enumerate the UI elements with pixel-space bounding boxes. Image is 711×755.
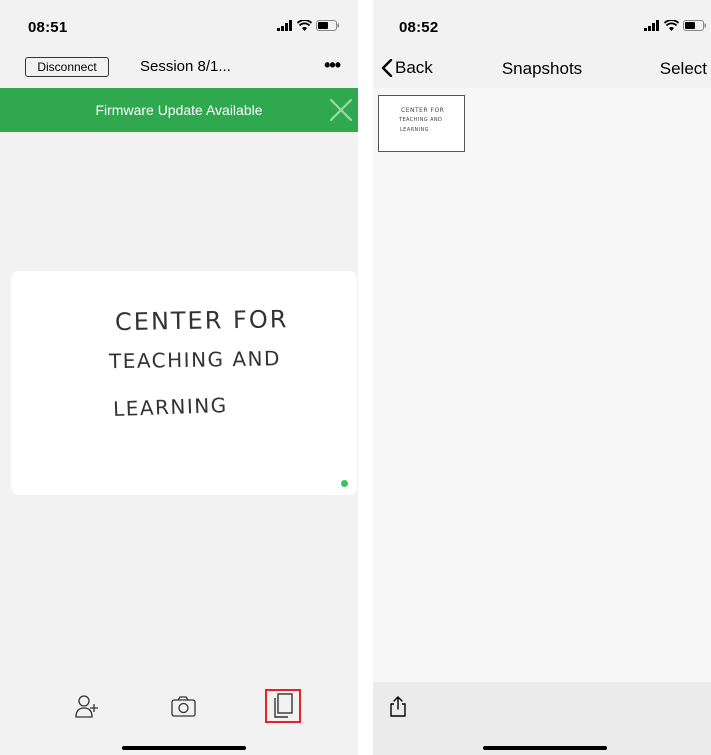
session-nav-bar: Disconnect Session 8/1... •••: [0, 52, 358, 88]
snapshots-grid: CENTER FOR TEACHING AND LEARNING: [373, 88, 711, 682]
thumb-line-2: TEACHING AND: [398, 117, 442, 123]
signal-icon: [644, 20, 659, 31]
thumbnail-handwriting: CENTER FOR TEACHING AND LEARNING: [398, 107, 444, 133]
status-icons: [277, 20, 340, 31]
status-time: 08:52: [399, 19, 439, 36]
camera-icon[interactable]: [171, 696, 197, 718]
wifi-icon: [664, 20, 679, 31]
snapshots-screen: 08:52 Back Snapshots Select CENTER FOR T…: [373, 0, 711, 755]
thumb-line-3: LEARNING: [400, 127, 429, 133]
select-button[interactable]: Select: [660, 59, 707, 79]
home-indicator: [122, 746, 246, 750]
board-line-1: CENTER FOR: [115, 305, 289, 336]
session-title: Session 8/1...: [140, 58, 231, 75]
wifi-icon: [297, 20, 312, 31]
banner-text: Firmware Update Available: [95, 102, 263, 118]
more-options-button[interactable]: •••: [324, 55, 341, 76]
whiteboard-canvas: CENTER FOR TEACHING AND LEARNING: [11, 271, 357, 495]
status-time: 08:51: [28, 19, 68, 36]
snapshots-nav-bar: Back Snapshots Select: [373, 52, 711, 88]
firmware-banner[interactable]: Firmware Update Available: [0, 88, 358, 132]
status-bar: 08:52: [373, 0, 711, 52]
session-screen: 08:51 Disconnect Session 8/1... ••• Firm…: [0, 0, 358, 755]
add-person-icon[interactable]: [74, 694, 100, 720]
status-icons: [644, 20, 707, 31]
bottom-toolbar: [373, 682, 711, 755]
home-indicator: [483, 746, 607, 750]
snapshots-highlight: [265, 689, 301, 723]
close-icon[interactable]: [328, 97, 354, 123]
snapshot-thumbnail[interactable]: CENTER FOR TEACHING AND LEARNING: [378, 95, 465, 152]
disconnect-button[interactable]: Disconnect: [25, 57, 109, 77]
status-bar: 08:51: [0, 0, 358, 52]
share-icon[interactable]: [389, 695, 407, 717]
thumb-line-1: CENTER FOR: [401, 107, 444, 114]
battery-icon: [683, 20, 706, 31]
battery-icon: [316, 20, 339, 31]
board-line-3: LEARNING: [113, 393, 228, 421]
board-line-2: TEACHING AND: [108, 346, 281, 373]
signal-icon: [277, 20, 292, 31]
live-indicator: [341, 480, 348, 487]
handwriting: CENTER FOR TEACHING AND LEARNING: [108, 305, 289, 421]
